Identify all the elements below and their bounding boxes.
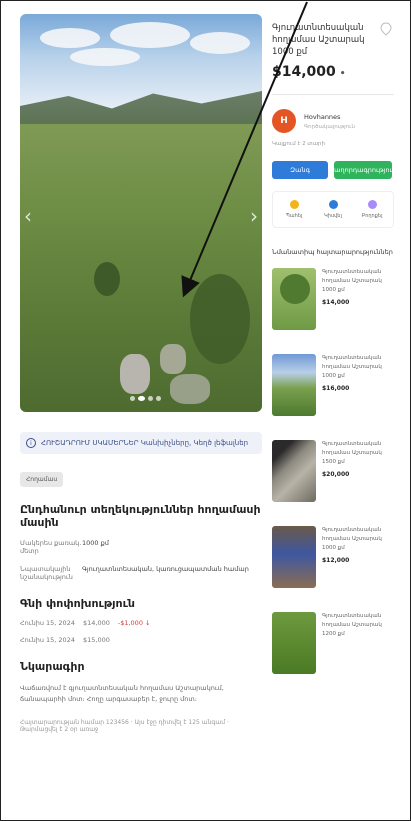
cloud	[190, 32, 250, 54]
listing-actions: Պահել Կիսվել Բողոքել	[272, 191, 394, 228]
similar-thumbnail[interactable]	[272, 440, 316, 502]
similar-title[interactable]: Գյուղատնտեսական հողամաս Աշտարակ 1000 քմ	[322, 268, 394, 295]
bookmark-icon	[289, 200, 299, 209]
rock	[170, 374, 210, 404]
action-label: Պահել	[285, 213, 303, 219]
similar-price: $16,000	[322, 385, 350, 392]
message-button[interactable]: Հաղորդագրություն	[330, 161, 396, 179]
similar-heading: Նմանատիպ հայտարարություններ	[272, 248, 393, 256]
seller-name[interactable]: Hovhannes	[304, 113, 355, 121]
similar-thumbnail[interactable]	[272, 354, 316, 416]
share-icon	[328, 200, 338, 209]
divider	[272, 94, 394, 95]
section-title-price-history: Գնի փոփոխություն	[20, 597, 135, 610]
action-label: Կիսվել	[324, 213, 342, 219]
rock	[160, 344, 186, 374]
detail-key: Նպատակային նշանակություն	[20, 565, 73, 581]
category-tag[interactable]: Հողամաս	[20, 472, 64, 487]
photo-gallery[interactable]: ‹ ›	[20, 14, 262, 412]
history-change: -$1,000 ↓	[117, 619, 151, 627]
history-price: $14,000	[82, 619, 110, 627]
description-text: Վաճառվում է գյուղատնտեսական հողամաս Աշտա…	[20, 684, 224, 703]
detail-key: Մակերես քառակ. մետր	[20, 539, 82, 555]
history-price: $15,000	[82, 636, 110, 644]
similar-item[interactable]: Գյուղատնտեսական հողամաս Աշտարակ 1200 քմ	[272, 612, 394, 686]
section-title-description: Նկարագիր	[20, 660, 85, 673]
share-action[interactable]: Կիսվել	[316, 200, 350, 219]
price-value: $14,000	[272, 64, 336, 80]
price-history-row: Հունիս 15, 2024 $15,000	[20, 636, 262, 644]
action-label: Բողոքել	[361, 213, 383, 219]
listing-price: $14,000 •	[272, 64, 394, 80]
gallery-dots	[130, 396, 161, 401]
report-action[interactable]: Բողոքել	[355, 200, 389, 219]
history-date: Հունիս 15, 2024	[20, 636, 75, 644]
call-button[interactable]: Զանգ	[272, 161, 328, 179]
similar-item[interactable]: Գյուղատնտեսական հողամաս Աշտարակ 1000 քմ …	[272, 526, 394, 600]
chevron-left-icon[interactable]: ‹	[24, 204, 32, 228]
location-pin-icon[interactable]	[380, 22, 392, 36]
listing-meta: Հայտարարության համար 123456 · Այս էջը դի…	[20, 719, 229, 733]
detail-row: Նպատակային նշանակություն Գյուղատնտեսական…	[20, 565, 262, 581]
similar-thumbnail[interactable]	[272, 612, 316, 674]
avatar[interactable]: H	[272, 109, 296, 133]
similar-thumbnail[interactable]	[272, 268, 316, 330]
cloud	[110, 22, 190, 48]
seller-subtitle: Գործակալություն	[304, 124, 356, 130]
info-icon: i	[26, 438, 36, 448]
similar-price: $14,000	[322, 299, 350, 306]
similar-price: $20,000	[322, 471, 350, 478]
gallery-dot[interactable]	[138, 396, 145, 401]
seller-since: Կայքում է 2 տարի	[272, 141, 325, 147]
rock	[120, 354, 150, 394]
similar-item[interactable]: Գյուղատնտեսական հողամաս Աշտարակ 1000 քմ …	[272, 268, 394, 342]
history-date: Հունիս 15, 2024	[20, 619, 75, 627]
listing-title: Գյուղատնտեսական հողամաս Աշտարակ 1000 քմ	[272, 23, 365, 57]
similar-title[interactable]: Գյուղատնտեսական հողամաս Աշտարակ 1200 քմ	[322, 612, 394, 639]
main-content: ‹ › i ՀՈՒՇԱԴՐՈՒՄ ՍԿԱՄԵՐՆԵՐ Կանխիչները, Կ…	[20, 14, 262, 733]
shrub	[190, 274, 250, 364]
cloud	[70, 48, 140, 66]
sidebar: Գյուղատնտեսական հողամաս Աշտարակ 1000 քմ …	[272, 22, 396, 686]
notice-text: ՀՈՒՇԱԴՐՈՒՄ ՍԿԱՄԵՐՆԵՐ Կանխիչները, Կեղծ լե…	[41, 439, 249, 447]
detail-value: 1000 քմ	[82, 539, 109, 547]
save-action[interactable]: Պահել	[277, 200, 311, 219]
similar-item[interactable]: Գյուղատնտեսական հողամաս Աշտարակ 1000 քմ …	[272, 354, 394, 428]
similar-thumbnail[interactable]	[272, 526, 316, 588]
similar-price: $12,000	[322, 557, 350, 564]
scam-notice[interactable]: i ՀՈՒՇԱԴՐՈՒՄ ՍԿԱՄԵՐՆԵՐ Կանխիչները, Կեղծ …	[20, 432, 262, 454]
gallery-dot[interactable]	[148, 396, 153, 401]
cloud	[40, 28, 100, 48]
gallery-dot[interactable]	[156, 396, 161, 401]
gallery-dot[interactable]	[130, 396, 135, 401]
price-history-row: Հունիս 15, 2024 $14,000 -$1,000 ↓	[20, 619, 262, 627]
chevron-right-icon[interactable]: ›	[250, 204, 258, 228]
similar-title[interactable]: Գյուղատնտեսական հողամաս Աշտարակ 1000 քմ	[322, 526, 394, 553]
section-title-details: Ընդհանուր տեղեկություններ հողամասի մասին	[20, 503, 261, 529]
contact-buttons: Զանգ Հաղորդագրություն	[272, 161, 396, 179]
similar-item[interactable]: Գյուղատնտեսական հողամաս Աշտարակ 1500 քմ …	[272, 440, 394, 514]
flag-icon	[367, 200, 377, 209]
currency-toggle[interactable]: •	[340, 69, 346, 79]
similar-title[interactable]: Գյուղատնտեսական հողամաս Աշտարակ 1500 քմ	[322, 440, 394, 467]
seller-card[interactable]: H Hovhannes Գործակալություն	[272, 109, 394, 133]
detail-row: Մակերես քառակ. մետր 1000 քմ	[20, 539, 262, 555]
shrub	[94, 262, 120, 296]
detail-value: Գյուղատնտեսական, կառուցապատման համար	[82, 565, 249, 573]
similar-title[interactable]: Գյուղատնտեսական հողամաս Աշտարակ 1000 քմ	[322, 354, 394, 381]
